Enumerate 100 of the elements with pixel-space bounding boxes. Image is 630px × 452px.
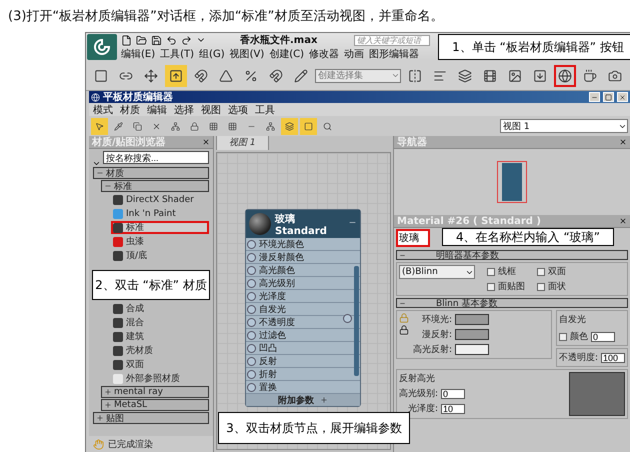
camera-icon [608, 68, 622, 82]
toolbar-button[interactable] [91, 118, 108, 134]
color-swatch[interactable] [455, 344, 490, 355]
color-label: 环境光: [422, 314, 452, 326]
selection-set-dropdown[interactable]: 创建选择集 [315, 68, 401, 82]
category-header[interactable]: MetaSL [101, 399, 209, 411]
checkbox[interactable] [487, 282, 495, 290]
menu-item[interactable]: 模式 [93, 102, 113, 116]
panel-title: 材质/贴图浏览器 [92, 136, 166, 149]
option-checkbox[interactable]: 面贴图 [487, 280, 525, 293]
checkbox[interactable] [558, 332, 567, 340]
magnet-icon [269, 68, 283, 82]
material-node[interactable]: 玻璃 Standard 环境光颜色 漫反射颜色 高光颜色 高光级别 光泽度 自发光 不透明度 过滤色 凹凸 反射 折射 置换 附加参数 [245, 209, 361, 407]
highlight-curve-preview [569, 372, 625, 416]
undo-icon [166, 34, 177, 46]
menu-item[interactable]: 工具(T) [160, 47, 194, 61]
slot-label: 反射 [259, 356, 277, 368]
category-header[interactable]: 材质 [93, 167, 209, 179]
slot-label: 过滤色 [259, 330, 286, 342]
field-label: 光泽度: [408, 402, 438, 415]
color-swatch[interactable] [455, 314, 490, 325]
app-logo[interactable] [87, 34, 117, 60]
search-field[interactable]: 按名称搜索... [103, 151, 209, 164]
material-item[interactable]: 顶/底 [111, 249, 209, 262]
checker-icon [209, 122, 218, 130]
option-checkbox[interactable]: 线框 [487, 265, 525, 278]
spinner-field[interactable]: 10 [441, 404, 466, 414]
film-icon [483, 68, 497, 82]
menu-item[interactable]: 图形编辑器 [369, 47, 420, 61]
navigator-frame[interactable] [497, 161, 527, 203]
menu-item[interactable]: 动画 [344, 47, 364, 61]
view-dropdown[interactable]: 视图 1 [500, 119, 628, 133]
option-checkbox[interactable]: 面状 [537, 280, 566, 293]
spinner-field[interactable]: 100 [601, 352, 625, 362]
menu-item[interactable]: 材质 [120, 102, 140, 116]
arrow-up-icon [169, 68, 183, 82]
pencil-icon [294, 68, 308, 82]
delete-icon [152, 122, 161, 130]
toolbar-button[interactable] [281, 118, 298, 134]
menu-item[interactable]: 选择 [174, 102, 194, 116]
material-item[interactable]: 壳材质 [111, 344, 209, 357]
group-title: 反射高光 [399, 372, 436, 385]
checkbox[interactable] [537, 268, 545, 276]
material-item[interactable]: 双面 [111, 358, 209, 371]
menu-item[interactable]: 修改器 [309, 47, 340, 61]
category-header[interactable]: mental ray [101, 386, 209, 398]
name-field[interactable]: 玻璃 [396, 229, 430, 247]
minimize-button[interactable] [589, 92, 600, 102]
menu-item[interactable]: 视图 [201, 102, 221, 116]
rollout-header[interactable]: 明暗器基本参数 [396, 250, 628, 260]
redo-icon [181, 34, 192, 46]
menu-item[interactable]: 工具 [255, 102, 275, 116]
menu-item[interactable]: 创建(C) [269, 47, 304, 61]
material-item[interactable]: 虫漆 [111, 235, 209, 248]
material-sphere [249, 213, 271, 235]
spinner-field[interactable]: 0 [441, 388, 466, 398]
material-item[interactable]: 混合 [111, 316, 209, 329]
slot-label: 自发光 [259, 304, 286, 316]
view-tab[interactable]: 视图 1 [216, 136, 269, 150]
toolbar-button[interactable] [554, 64, 576, 86]
material-item[interactable]: 建筑 [111, 330, 209, 343]
navigator-preview [502, 163, 522, 201]
checkbox[interactable] [537, 282, 545, 290]
material-item[interactable]: 合成 [111, 302, 209, 315]
percent-icon [244, 68, 258, 82]
close-button[interactable] [617, 92, 628, 102]
section-label: 附加参数 [278, 394, 314, 406]
material-item[interactable]: 外部参照材质 [111, 372, 209, 385]
color-swatch[interactable] [455, 329, 490, 340]
category-header[interactable]: 贴图 [93, 412, 209, 424]
material-item[interactable]: 标准 [111, 221, 209, 234]
save-icon [151, 34, 162, 46]
spinner-field[interactable]: 0 [590, 332, 615, 342]
category-header[interactable]: 标准 [101, 180, 209, 192]
toolbar-button[interactable] [300, 118, 317, 134]
slot-label: 不透明度 [259, 316, 295, 328]
toolbar-button[interactable] [165, 64, 187, 86]
menu-item[interactable]: 视图(V) [230, 47, 264, 61]
callout: 1、单击 “板岩材质编辑器” 按钮 [438, 34, 630, 60]
menu-item[interactable]: 选项 [228, 102, 248, 116]
teapot-icon [583, 68, 597, 82]
menu-item[interactable]: 编辑(E) [121, 47, 156, 61]
slot-label: 高光颜色 [259, 264, 295, 276]
checkbox[interactable] [487, 268, 495, 276]
maximize-icon [605, 94, 612, 100]
close-icon [202, 138, 210, 146]
menu-item[interactable]: 组(G) [199, 47, 225, 61]
material-item[interactable]: DirectX Shader [111, 193, 209, 206]
option-checkbox[interactable]: 双面 [537, 265, 566, 278]
rollout-header[interactable]: Blinn 基本参数 [396, 298, 628, 308]
move-icon [144, 68, 158, 82]
shader-dropdown[interactable]: (B)Blinn [399, 265, 475, 279]
field-label: 不透明度: [558, 352, 598, 364]
menu-item[interactable]: 编辑 [147, 102, 167, 116]
output-port[interactable] [343, 314, 352, 323]
node-title: 玻璃 [275, 212, 296, 226]
maximize-button[interactable] [603, 92, 614, 102]
material-item[interactable]: Ink 'n Paint [111, 207, 209, 220]
search-field[interactable]: 键入关键字或短语 [354, 34, 430, 46]
slot-label: 高光级别 [259, 278, 295, 290]
